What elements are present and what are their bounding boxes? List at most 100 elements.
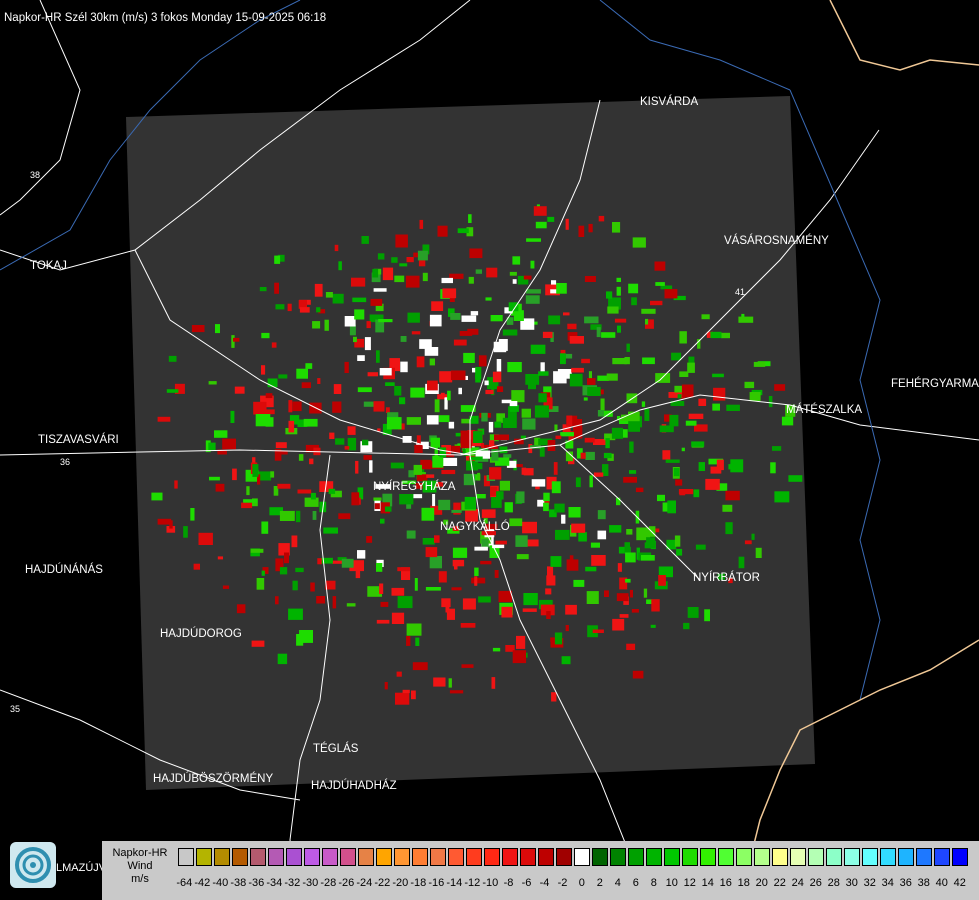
radar-echo — [215, 324, 220, 334]
radar-echo — [542, 331, 553, 338]
radar-echo — [382, 267, 394, 281]
radar-echo — [253, 401, 267, 415]
radar-echo — [419, 219, 424, 229]
radar-echo — [378, 319, 393, 323]
radar-echo — [492, 647, 501, 652]
radar-echo — [449, 690, 464, 694]
radar-echo — [667, 500, 676, 514]
radar-echo — [585, 566, 597, 572]
radar-echo — [461, 315, 477, 322]
radar-echo — [468, 214, 472, 223]
radar-echo — [478, 596, 491, 603]
radar-echo — [543, 492, 550, 502]
radar-echo — [474, 576, 478, 586]
legend-swatch — [592, 848, 608, 866]
radar-echo — [464, 496, 476, 510]
radar-echo — [274, 255, 281, 264]
radar-echo — [555, 435, 562, 439]
radar-echo — [275, 442, 287, 449]
radar-echo — [551, 481, 561, 494]
radar-echo — [565, 353, 573, 359]
radar-echo — [616, 286, 621, 296]
radar-echo — [512, 279, 517, 284]
radar-echo — [584, 316, 599, 324]
radar-echo — [683, 622, 690, 630]
radar-echo — [578, 225, 585, 237]
radar-echo — [644, 408, 650, 421]
radar-echo — [251, 640, 265, 647]
radar-echo — [645, 318, 649, 325]
radar-echo — [603, 410, 613, 417]
radar-echo — [429, 556, 442, 569]
legend-tick-label: -34 — [266, 877, 283, 889]
radar-echo — [515, 535, 528, 547]
legend-tick-label: -4 — [539, 877, 550, 889]
radar-echo — [232, 468, 237, 481]
radar-echo — [569, 336, 584, 344]
radar-echo — [394, 386, 402, 396]
radar-echo — [629, 441, 634, 453]
radar-echo — [526, 238, 541, 242]
radar-echo — [591, 555, 606, 566]
radar-echo — [370, 298, 383, 306]
radar-echo — [363, 455, 372, 460]
radar-echo — [157, 416, 171, 422]
radar-echo — [788, 475, 803, 482]
radar-echo — [551, 692, 557, 702]
radar-echo — [567, 323, 577, 330]
radar-echo — [671, 352, 682, 361]
radar-echo — [571, 367, 584, 373]
radar-echo — [426, 474, 435, 478]
radar-echo — [261, 332, 270, 339]
radar-echo — [214, 430, 228, 438]
city-label-nagykallo: NAGYKÁLLÓ — [440, 521, 510, 533]
radar-echo — [546, 575, 556, 586]
radar-echo — [277, 653, 288, 665]
radar-echo — [495, 540, 507, 545]
legend-tick-label: 6 — [632, 877, 639, 889]
radar-echo — [738, 556, 745, 569]
radar-echo — [357, 387, 372, 393]
radar-echo — [516, 635, 526, 649]
radar-echo — [681, 447, 685, 452]
radar-echo — [521, 467, 527, 475]
radar-echo — [357, 355, 365, 361]
radar-echo — [509, 518, 523, 527]
radar-echo — [305, 363, 313, 369]
legend-swatch — [304, 848, 320, 866]
radar-echo — [616, 277, 621, 282]
radar-echo — [701, 314, 710, 320]
radar-echo — [687, 362, 695, 373]
radar-echo — [374, 503, 380, 510]
radar-echo — [484, 380, 489, 386]
radar-echo — [504, 502, 513, 513]
radar-echo — [198, 532, 213, 545]
radar-echo — [695, 544, 706, 550]
radar-echo — [730, 459, 744, 473]
radar-echo — [565, 604, 577, 615]
radar-echo — [534, 405, 549, 418]
radar-echo — [516, 554, 529, 560]
radar-echo — [521, 408, 531, 418]
radar-echo — [489, 467, 502, 480]
radar-echo — [351, 492, 360, 506]
radar-echo — [573, 579, 585, 587]
legend-tick-label: -8 — [503, 877, 514, 889]
radar-echo — [470, 311, 479, 316]
radar-echo — [691, 441, 705, 447]
radar-echo — [429, 314, 442, 327]
radar-echo — [373, 401, 385, 412]
radar-echo — [191, 325, 205, 333]
radar-echo — [565, 625, 569, 632]
radar-echo — [538, 393, 547, 403]
radar-echo — [603, 452, 612, 459]
radar-echo — [448, 678, 452, 688]
radar-echo — [587, 386, 601, 396]
radar-echo — [693, 489, 700, 498]
svg-text:36: 36 — [60, 457, 70, 467]
legend-swatch — [250, 848, 266, 866]
legend-swatch — [952, 848, 968, 866]
radar-echo — [469, 248, 483, 259]
radar-echo — [347, 426, 356, 435]
radar-echo — [325, 292, 333, 298]
